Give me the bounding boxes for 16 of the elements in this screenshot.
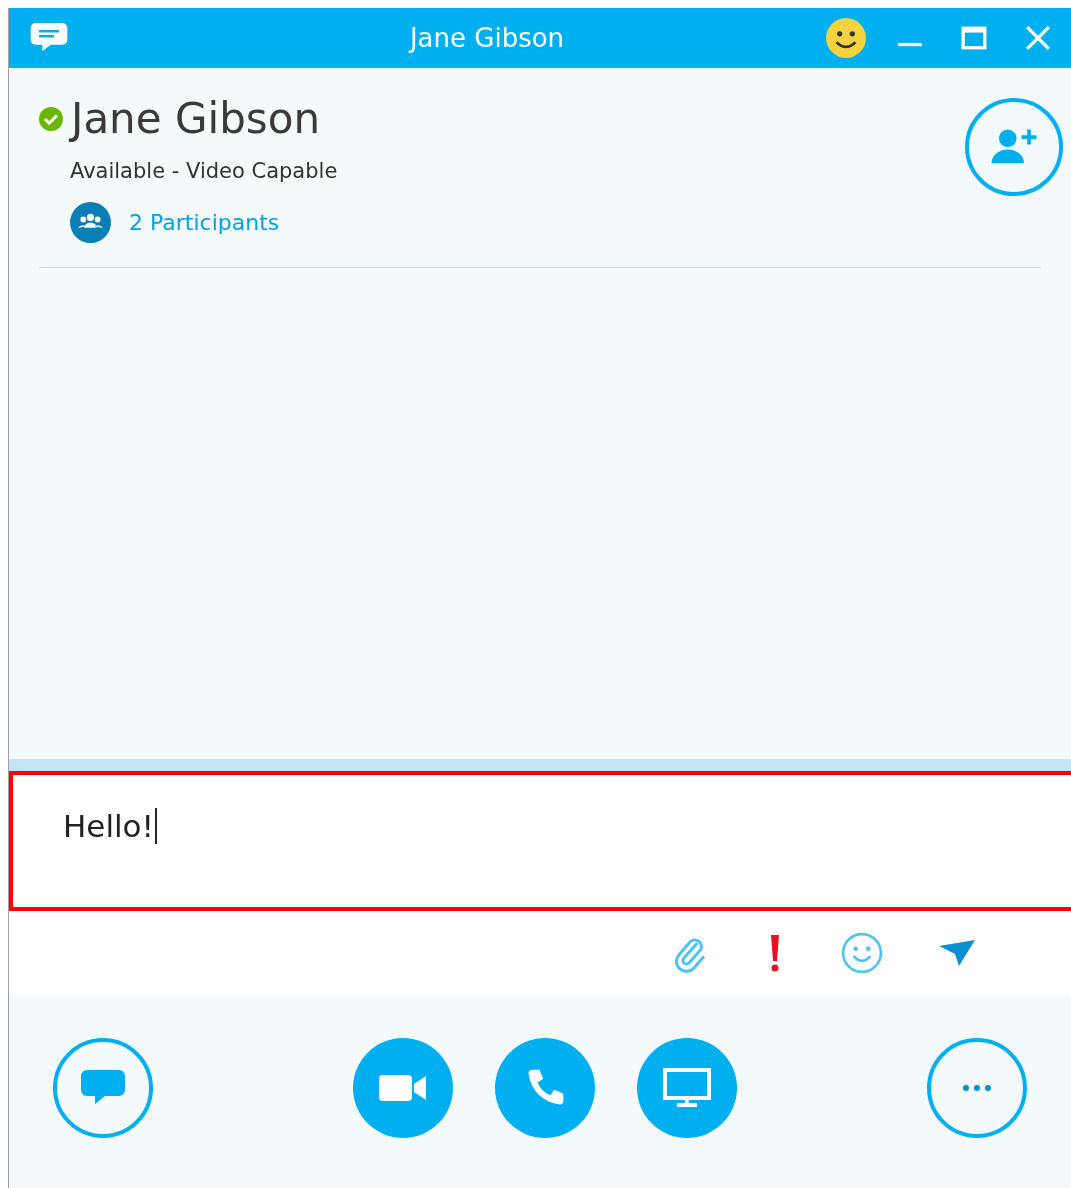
group-icon — [70, 201, 111, 243]
add-person-button[interactable] — [965, 98, 1063, 196]
window-title: Jane Gibson — [407, 21, 566, 55]
close-icon[interactable] — [1025, 25, 1051, 51]
chat-button[interactable] — [53, 1037, 153, 1138]
more-options-button[interactable] — [927, 1037, 1027, 1138]
message-text: Hello! — [63, 808, 157, 844]
emoji-icon[interactable] — [841, 932, 883, 974]
smiley-icon[interactable] — [825, 17, 867, 59]
message-input[interactable]: Hello! — [9, 771, 1071, 911]
monitor-icon — [663, 1067, 711, 1108]
ellipsis-icon — [962, 1083, 992, 1092]
status-text: Available - Video Capable — [70, 158, 339, 185]
send-icon[interactable] — [937, 938, 977, 968]
video-camera-icon — [379, 1072, 427, 1103]
maximize-icon[interactable] — [961, 25, 987, 51]
